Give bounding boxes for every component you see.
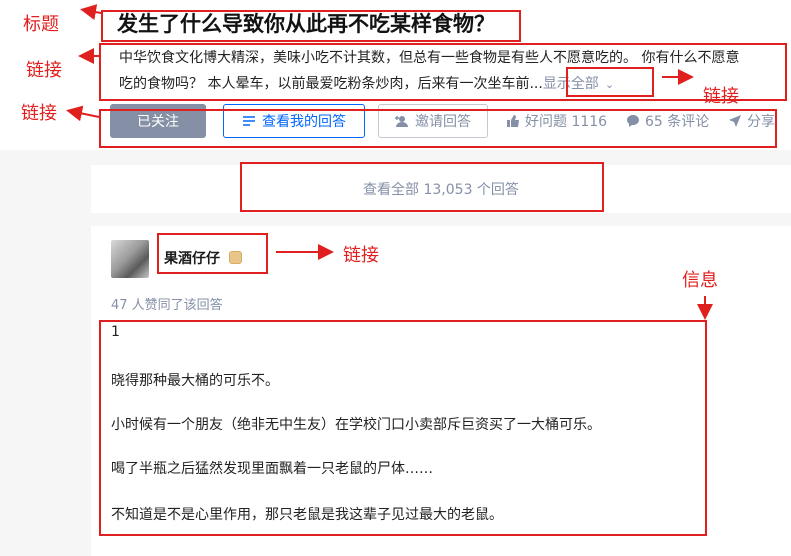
arrow-to-actions xyxy=(66,105,100,122)
annotation-arrows xyxy=(66,4,713,320)
arrow-to-title xyxy=(80,4,102,20)
